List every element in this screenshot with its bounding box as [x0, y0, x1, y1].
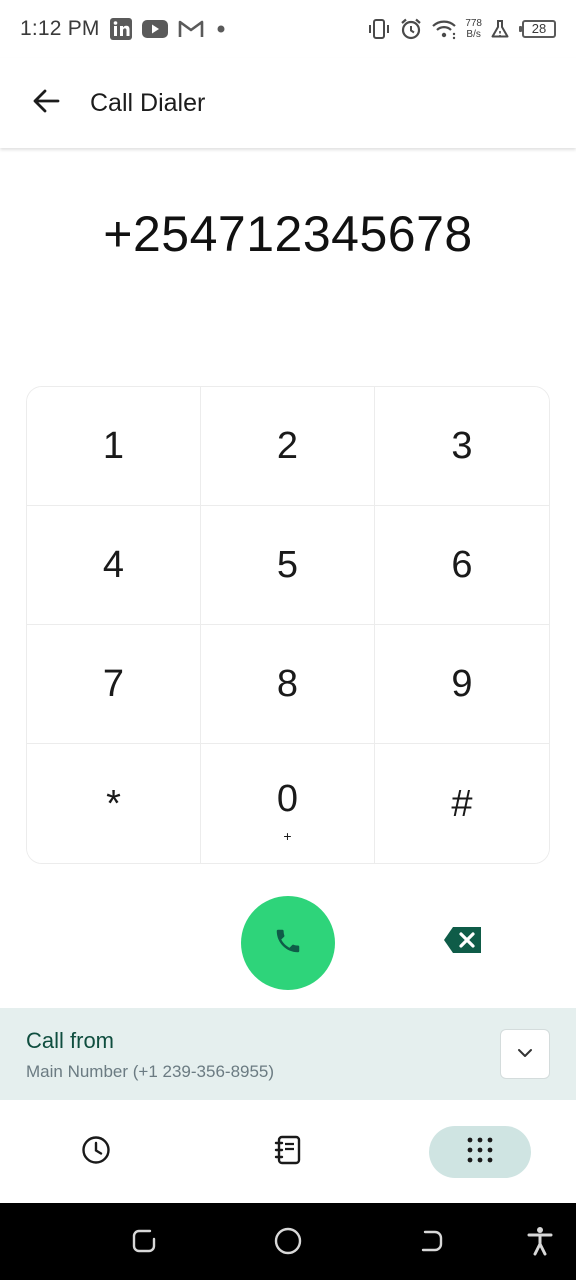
- system-back-button[interactable]: [412, 1223, 452, 1263]
- system-accessibility-button[interactable]: [520, 1223, 560, 1263]
- key-digit: 1: [102, 425, 125, 467]
- flask-icon: [490, 19, 510, 39]
- call-from-selector[interactable]: Call from Main Number (+1 239-356-8955): [0, 1008, 576, 1100]
- status-bar: 1:12 PM 778 B/s 28: [0, 0, 576, 58]
- network-speed-unit: B/s: [466, 29, 481, 40]
- youtube-icon: [141, 19, 168, 39]
- arrow-left-icon: [32, 88, 60, 119]
- recents-rounded-square-icon: [130, 1227, 158, 1260]
- key-digit: 9: [451, 663, 473, 705]
- call-from-dropdown-button[interactable]: [500, 1029, 550, 1079]
- nav-recents[interactable]: [66, 1126, 126, 1178]
- status-time: 1:12 PM: [20, 17, 100, 40]
- home-circle-icon: [273, 1226, 303, 1261]
- key-0[interactable]: 0 +: [201, 744, 375, 863]
- system-recents-button[interactable]: [124, 1223, 164, 1263]
- key-digit: 6: [451, 544, 473, 586]
- key-digit: 2: [276, 425, 299, 467]
- status-system-icons: 778 B/s 28: [367, 17, 556, 41]
- backspace-icon: [443, 926, 483, 959]
- alarm-icon: [399, 17, 423, 41]
- call-from-number: Main Number (+1 239-356-8955): [26, 1062, 275, 1081]
- recents-clock-icon: [81, 1135, 111, 1170]
- key-5[interactable]: 5: [201, 506, 375, 625]
- key-2[interactable]: 2: [201, 387, 375, 506]
- linkedin-icon: [109, 18, 132, 40]
- key-digit: 3: [451, 425, 473, 467]
- key-4[interactable]: 4: [27, 506, 201, 625]
- nav-contacts[interactable]: [258, 1126, 318, 1178]
- status-notification-icons: [109, 18, 228, 40]
- key-digit: 8: [276, 663, 299, 705]
- key-digit: #: [451, 782, 473, 825]
- key-7[interactable]: 7: [27, 625, 201, 744]
- key-digit: 7: [102, 663, 125, 705]
- gmail-icon: [178, 19, 204, 39]
- network-speed: 778 B/s: [465, 18, 482, 40]
- phone-icon: [273, 926, 303, 961]
- page-title: Call Dialer: [90, 88, 206, 117]
- key-star[interactable]: *: [27, 744, 201, 863]
- call-from-title: Call from: [26, 1028, 115, 1053]
- chevron-down-icon: [517, 1045, 533, 1063]
- dial-keypad: 1 2 3 4 5 6 7 8 9 * 0 + #: [26, 386, 550, 864]
- key-sub-label: +: [283, 827, 292, 844]
- battery-indicator: 28: [519, 20, 556, 38]
- dot-icon: [214, 22, 228, 36]
- key-hash[interactable]: #: [375, 744, 549, 863]
- key-digit: 5: [276, 544, 299, 586]
- wifi-icon: [431, 18, 457, 40]
- back-button[interactable]: [30, 87, 62, 119]
- contacts-book-icon: [274, 1135, 302, 1170]
- key-digit: 4: [102, 544, 125, 586]
- dialed-number: +254712345678: [103, 206, 473, 262]
- key-digit: *: [106, 782, 121, 825]
- key-digit: 0: [276, 777, 299, 820]
- key-1[interactable]: 1: [27, 387, 201, 506]
- key-6[interactable]: 6: [375, 506, 549, 625]
- call-button[interactable]: [241, 896, 335, 990]
- key-3[interactable]: 3: [375, 387, 549, 506]
- vibrate-icon: [367, 18, 391, 40]
- backspace-button[interactable]: [440, 922, 486, 962]
- keypad-dots-icon: [467, 1137, 493, 1168]
- system-home-button[interactable]: [268, 1223, 308, 1263]
- nav-keypad[interactable]: [429, 1126, 531, 1178]
- key-9[interactable]: 9: [375, 625, 549, 744]
- app-bar: Call Dialer: [0, 58, 576, 148]
- bottom-navigation: [0, 1100, 576, 1203]
- network-speed-value: 778: [465, 18, 482, 29]
- system-navigation-bar: [0, 1203, 576, 1280]
- back-bracket-icon: [419, 1228, 445, 1259]
- accessibility-icon: [527, 1226, 553, 1261]
- key-8[interactable]: 8: [201, 625, 375, 744]
